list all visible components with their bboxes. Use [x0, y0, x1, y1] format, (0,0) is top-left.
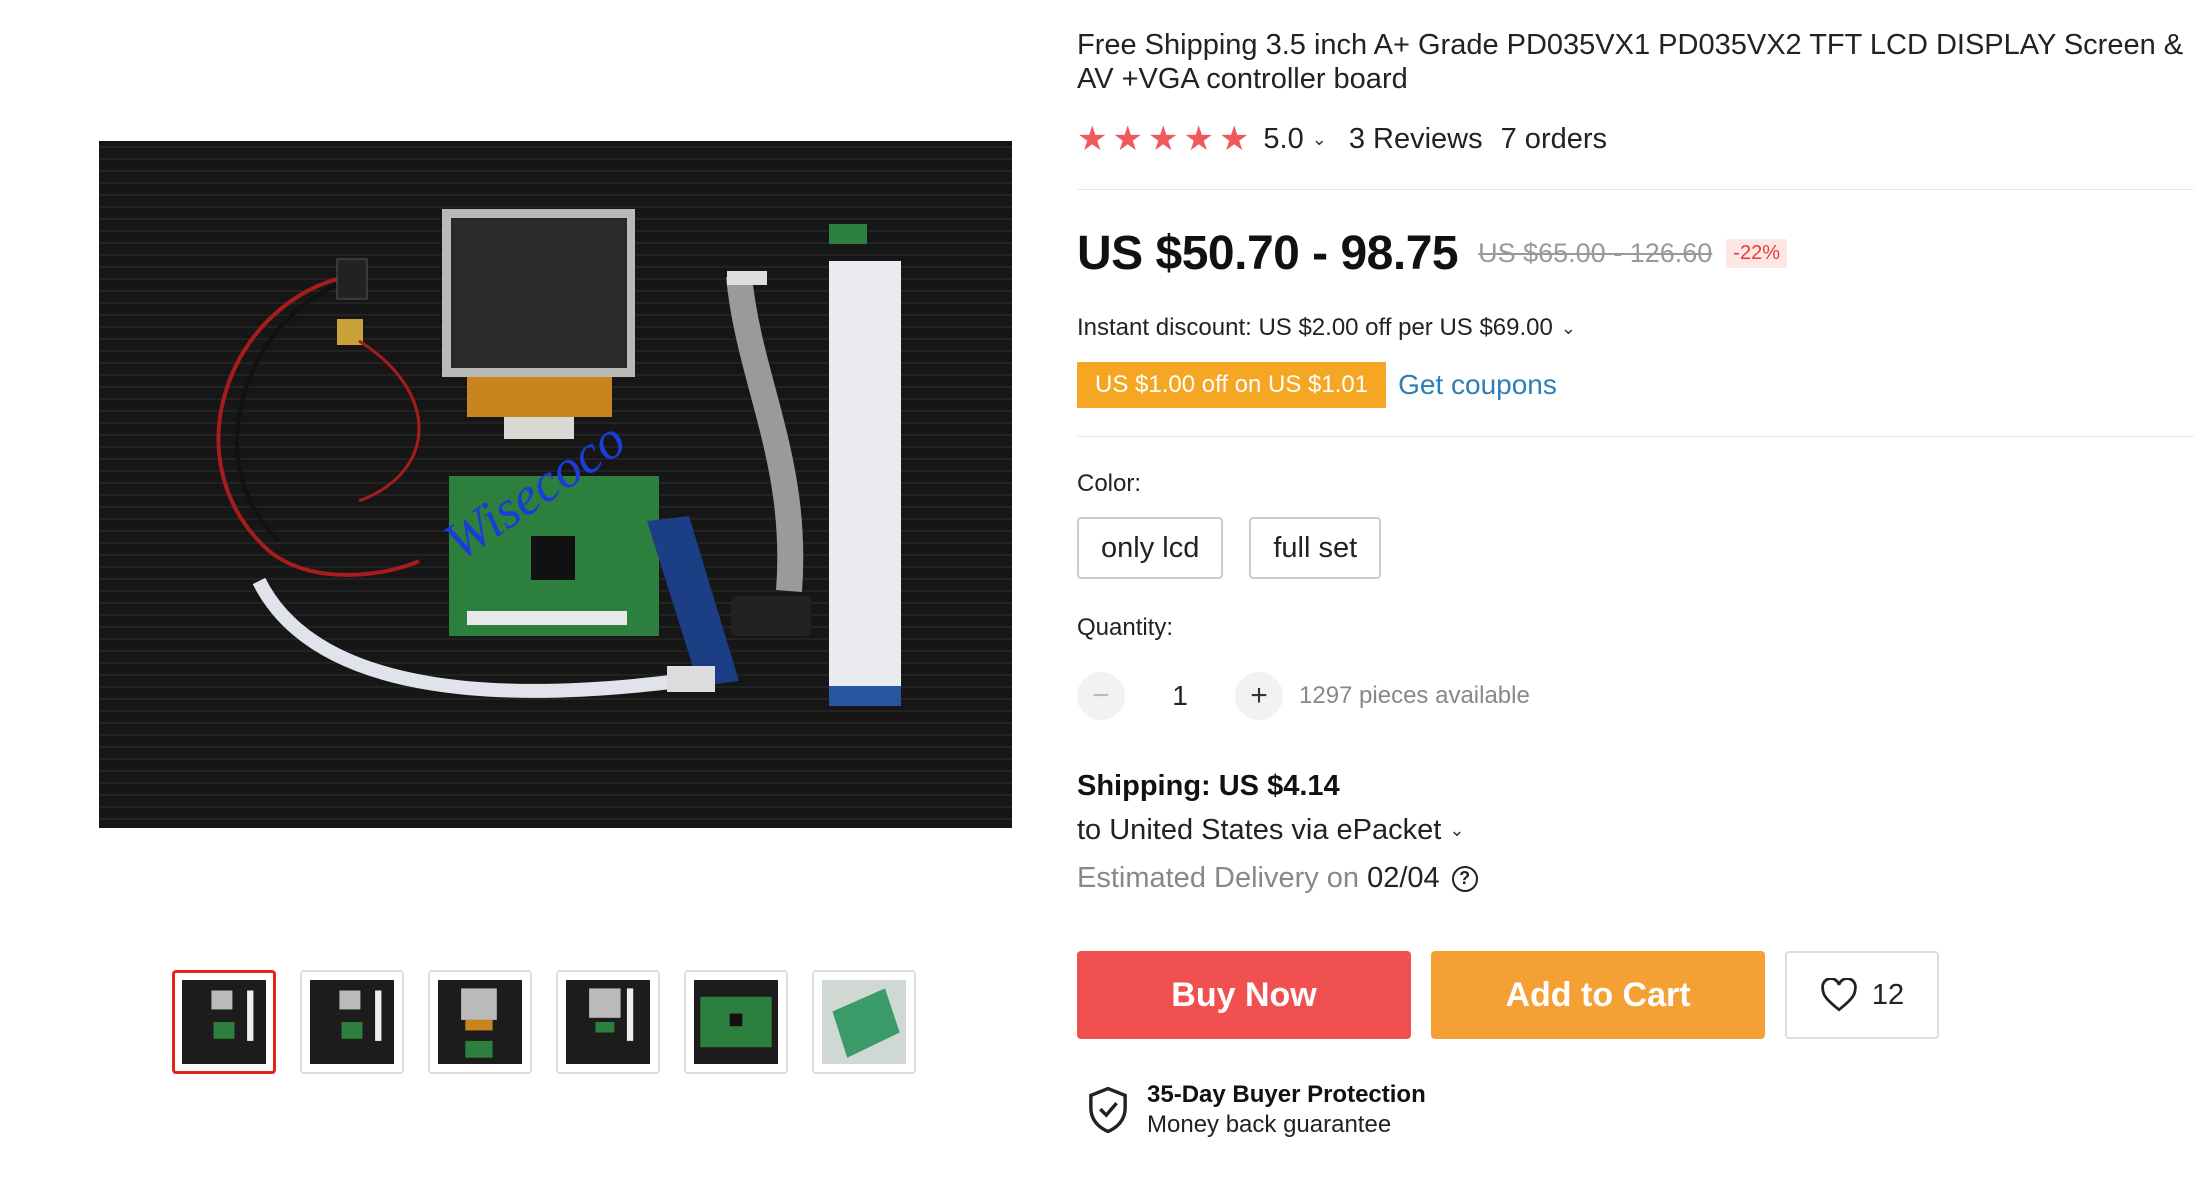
main-product-image[interactable]: Wisecoco	[99, 141, 1012, 828]
thumbnail-6[interactable]	[812, 970, 916, 1074]
heart-icon	[1821, 978, 1857, 1012]
instant-discount[interactable]: Instant discount: US $2.00 off per US $6…	[1077, 314, 1576, 342]
help-icon[interactable]: ?	[1451, 865, 1478, 892]
quantity-increase-button[interactable]: +	[1235, 672, 1283, 720]
color-option-only-lcd[interactable]: only lcd	[1077, 517, 1224, 579]
discount-badge: -22%	[1726, 239, 1787, 268]
shipping-destination-text: to United States via ePacket	[1077, 814, 1442, 846]
quantity-decrease-button[interactable]: −	[1077, 672, 1125, 720]
thumbnail-5[interactable]	[684, 970, 788, 1074]
get-coupons-link[interactable]: Get coupons	[1398, 369, 1557, 401]
star-icon: ★	[1147, 120, 1179, 158]
action-buttons: Buy Now Add to Cart 12	[1077, 951, 1939, 1039]
chevron-down-icon[interactable]: ⌄	[1561, 318, 1576, 339]
protection-title: 35-Day Buyer Protection	[1147, 1081, 1426, 1108]
star-rating: ★ ★ ★ ★ ★	[1077, 122, 1249, 156]
quantity-label: Quantity:	[1077, 614, 1174, 641]
chevron-down-icon[interactable]: ⌄	[1449, 820, 1464, 841]
reviews-link[interactable]: 3 Reviews	[1349, 123, 1483, 156]
quantity-stepper: − 1 + 1297 pieces available	[1077, 672, 1530, 720]
coupon-row: US $1.00 off on US $1.01 Get coupons	[1073, 362, 1557, 408]
rating-score[interactable]: 5.0	[1263, 123, 1303, 156]
price-row: US $50.70 - 98.75 US $65.00 - 126.60 -22…	[1077, 226, 1787, 281]
star-icon: ★	[1077, 120, 1108, 158]
estimated-delivery-label: Estimated Delivery on	[1077, 862, 1360, 894]
buy-now-button[interactable]: Buy Now	[1077, 951, 1411, 1039]
current-price: US $50.70 - 98.75	[1077, 227, 1459, 280]
estimated-delivery: Estimated Delivery on 02/04 ?	[1077, 862, 1478, 895]
divider	[1077, 436, 2194, 437]
product-title: Free Shipping 3.5 inch A+ Grade PD035VX1…	[1077, 29, 2184, 95]
star-icon: ★	[1183, 120, 1214, 158]
chevron-down-icon[interactable]: ⌄	[1312, 129, 1327, 150]
thumbnail-2[interactable]	[300, 970, 404, 1074]
add-to-cart-button[interactable]: Add to Cart	[1431, 951, 1765, 1039]
thumbnail-strip	[172, 970, 916, 1074]
pieces-available: 1297 pieces available	[1299, 682, 1530, 709]
thumbnail-3[interactable]	[428, 970, 532, 1074]
star-icon: ★	[1218, 120, 1250, 158]
orders-count: 7 orders	[1500, 122, 1608, 155]
quantity-value[interactable]: 1	[1125, 680, 1235, 712]
estimated-delivery-date: 02/04	[1367, 862, 1440, 894]
color-label: Color:	[1077, 470, 1142, 497]
shipping-cost: Shipping: US $4.14	[1077, 770, 1340, 802]
shipping-destination[interactable]: to United States via ePacket ⌄	[1077, 814, 1464, 847]
wishlist-count: 12	[1871, 978, 1905, 1011]
divider	[1077, 189, 2194, 190]
wishlist-button[interactable]: 12	[1785, 951, 1939, 1039]
color-option-full-set[interactable]: full set	[1249, 517, 1382, 579]
buyer-protection: 35-Day Buyer Protection Money back guara…	[1087, 1080, 1426, 1140]
star-icon: ★	[1112, 120, 1143, 158]
color-options: only lcd full set	[1077, 517, 1382, 579]
original-price: US $65.00 - 126.60	[1478, 238, 1713, 268]
instant-discount-text: Instant discount: US $2.00 off per US $6…	[1077, 314, 1553, 341]
shield-check-icon	[1089, 1086, 1127, 1134]
thumbnail-4[interactable]	[556, 970, 660, 1074]
thumbnail-1[interactable]	[172, 970, 276, 1074]
protection-subtitle: Money back guarantee	[1147, 1111, 1392, 1138]
rating-row: ★ ★ ★ ★ ★ 5.0 ⌄ 3 Reviews 7 orders	[1077, 121, 1607, 157]
coupon-tag[interactable]: US $1.00 off on US $1.01	[1073, 362, 1387, 408]
